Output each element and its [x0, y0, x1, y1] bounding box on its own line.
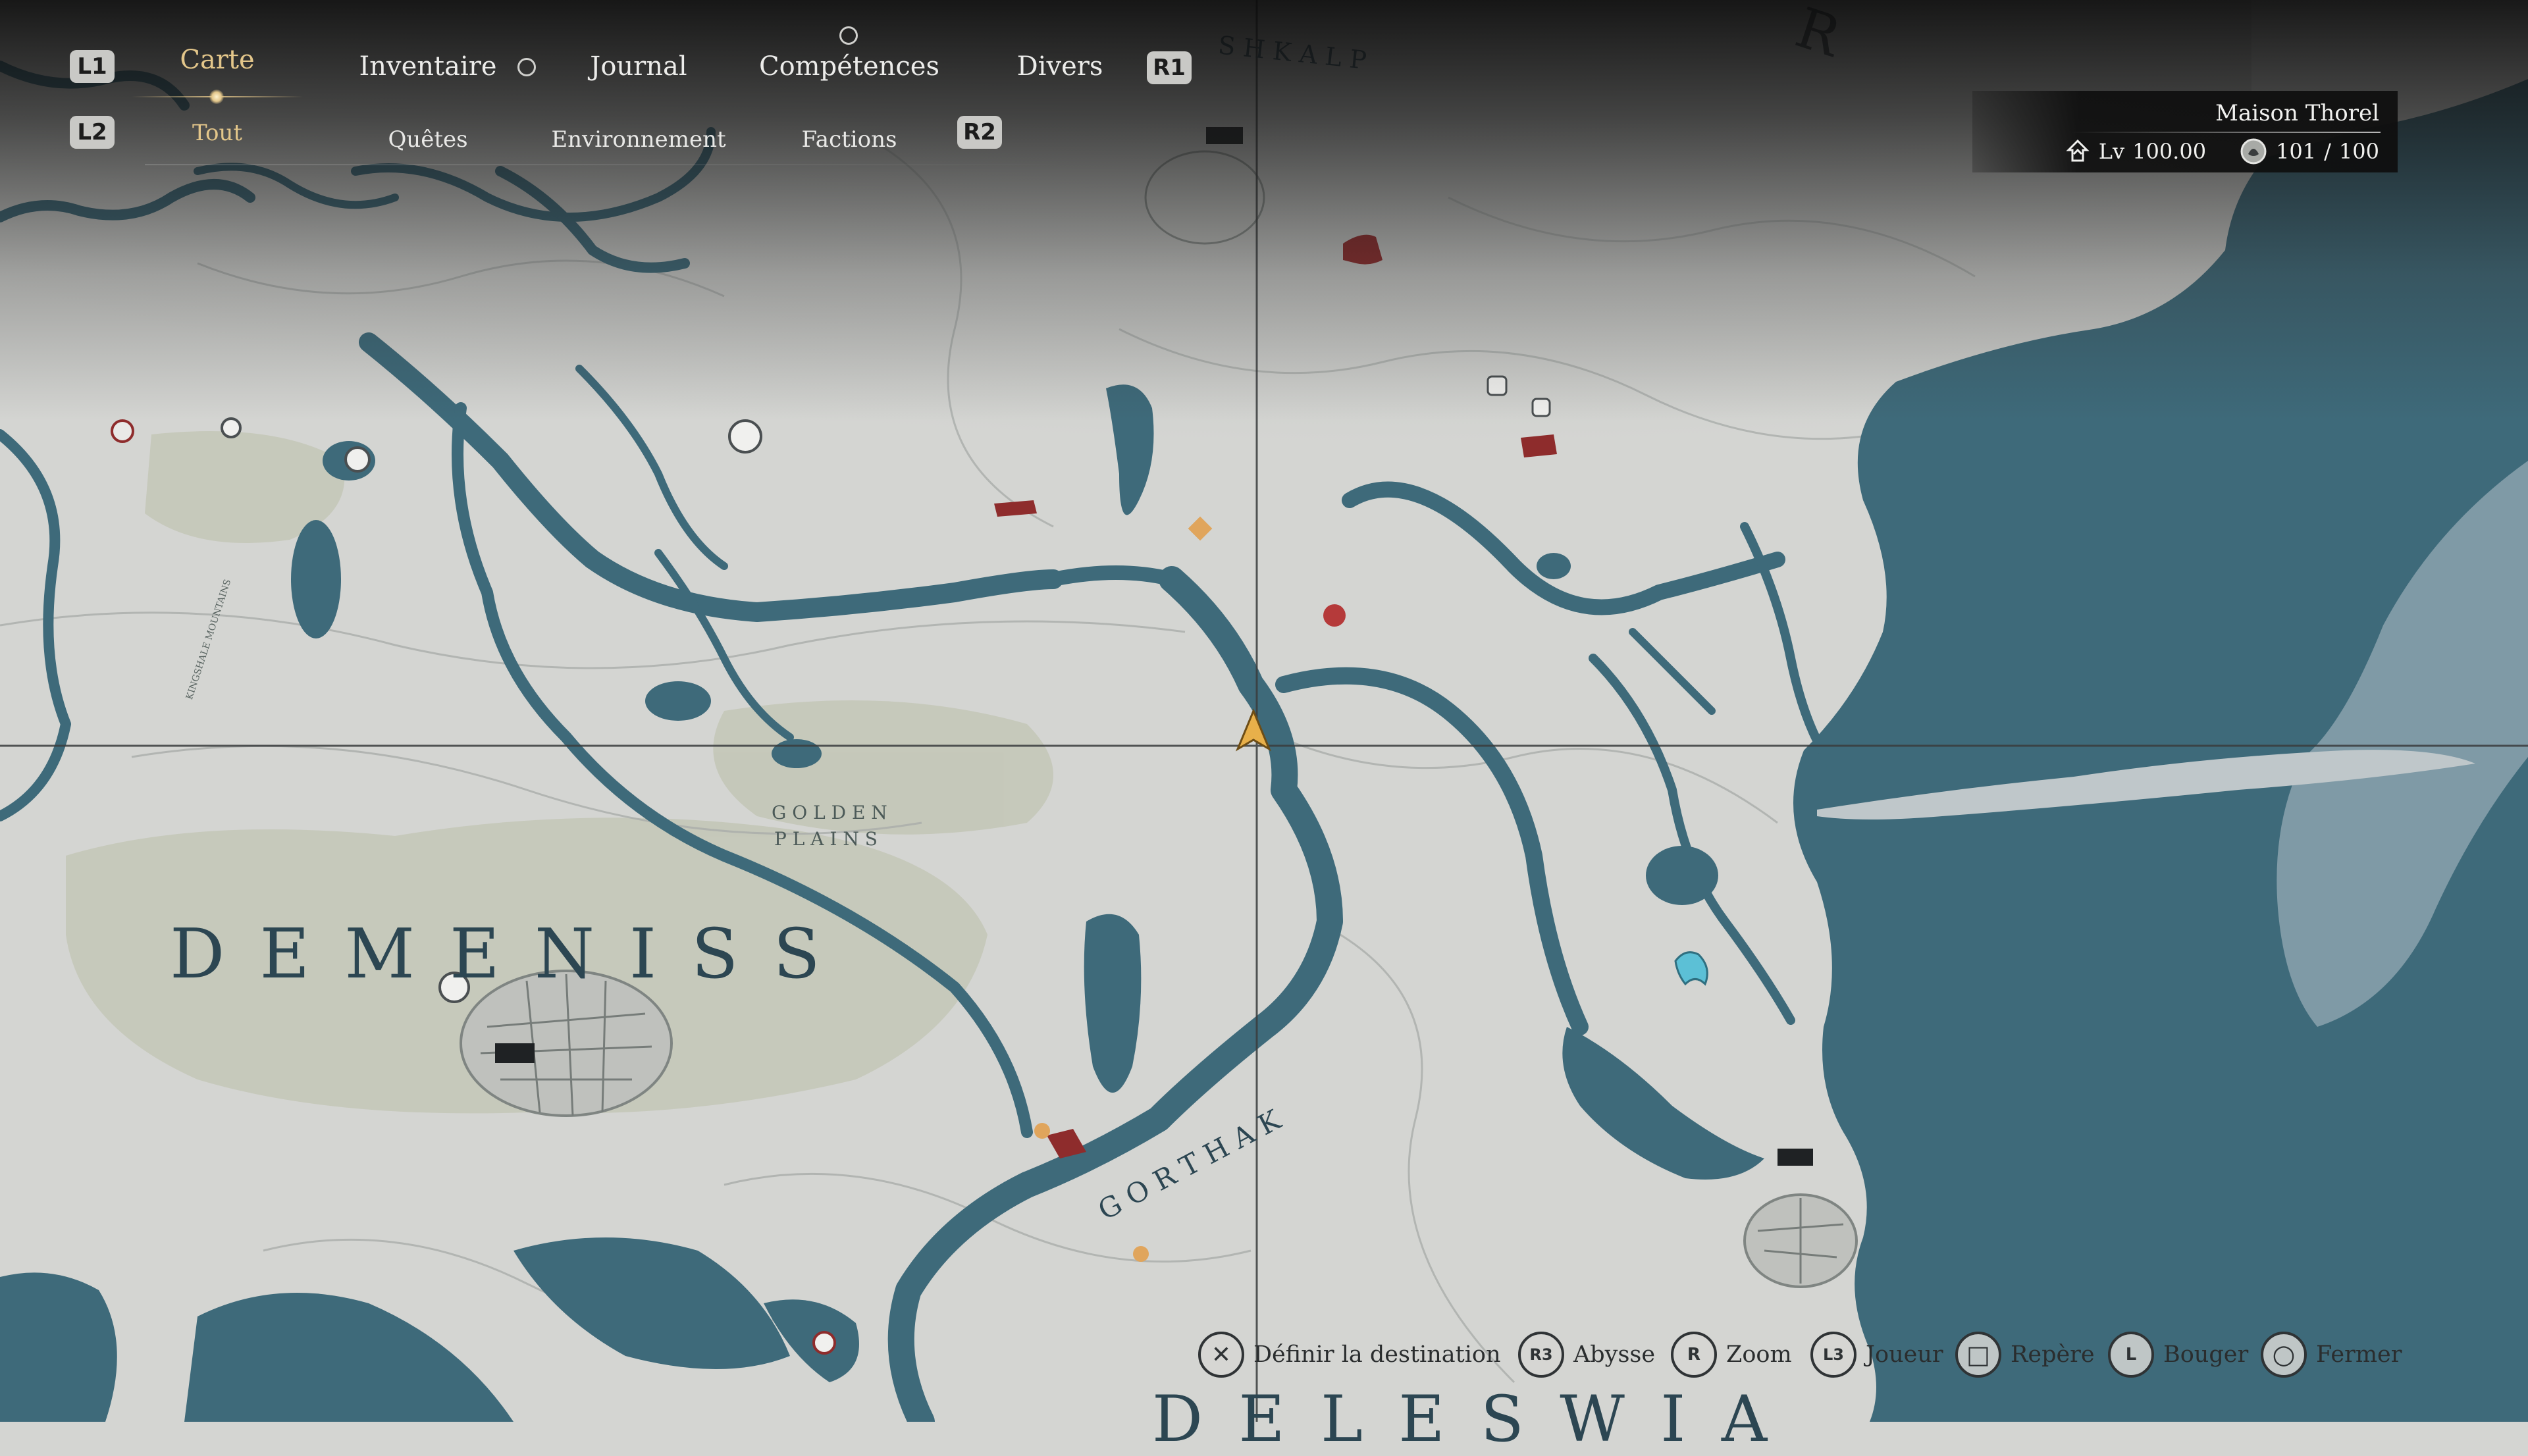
control-set-destination[interactable]: ✕ Définir la destination	[1198, 1330, 1501, 1380]
control-label: Fermer	[2316, 1341, 2402, 1368]
control-label: Repère	[2011, 1341, 2095, 1368]
town-name-plate	[1778, 1149, 1813, 1166]
tab-competences[interactable]: Compétences	[759, 51, 939, 82]
subtab-factions[interactable]: Factions	[802, 126, 897, 153]
r3-button-icon: R3	[1518, 1332, 1564, 1378]
square-button-icon: □	[1955, 1332, 2001, 1378]
shrine-icon[interactable]	[111, 419, 134, 443]
subtab-environnement[interactable]: Environnement	[551, 126, 725, 153]
world-map[interactable]	[0, 0, 2528, 1422]
l1-button[interactable]: L1	[70, 50, 115, 83]
control-zoom[interactable]: R Zoom	[1671, 1330, 1792, 1380]
tab-inventaire[interactable]: Inventaire	[359, 51, 496, 82]
quest-marker-icon[interactable]	[1323, 604, 1346, 627]
player-name: Maison Thorel	[2215, 100, 2379, 126]
tab-carte[interactable]: Carte	[180, 45, 254, 75]
faction-settlement-icon[interactable]	[1521, 434, 1557, 457]
contribution-icon	[2240, 138, 2267, 165]
control-bouger[interactable]: L Bouger	[2108, 1330, 2248, 1380]
notification-icon	[517, 58, 536, 76]
region-label-golden-plains-2: P L A I N S	[774, 828, 878, 850]
level-value: 100.00	[2132, 139, 2207, 164]
shrine-icon[interactable]	[221, 417, 242, 438]
quest-marker-icon[interactable]	[1034, 1123, 1050, 1139]
control-joueur[interactable]: L3 Joueur	[1810, 1330, 1943, 1380]
left-stick-icon: L	[2108, 1332, 2154, 1378]
player-divider	[2071, 132, 2381, 133]
region-label-demeniss: D E M E N I S S	[170, 914, 827, 994]
region-label-golden-plains-1: G O L D E N	[772, 802, 887, 823]
control-repere[interactable]: □ Repère	[1955, 1330, 2095, 1380]
level-icon	[2066, 139, 2090, 162]
shrine-icon[interactable]	[344, 446, 371, 473]
shrine-icon[interactable]	[812, 1331, 836, 1355]
contribution-current: 101	[2276, 139, 2317, 164]
subtab-tout[interactable]: Tout	[192, 120, 242, 146]
l2-button[interactable]: L2	[70, 116, 115, 149]
active-tab-indicator-icon	[209, 90, 224, 104]
control-label: Abysse	[1573, 1341, 1656, 1368]
control-label: Définir la destination	[1253, 1341, 1501, 1368]
shrine-icon[interactable]	[1531, 398, 1551, 417]
tab-journal[interactable]: Journal	[590, 51, 687, 82]
control-label: Zoom	[1726, 1341, 1792, 1368]
quest-marker-icon[interactable]	[1133, 1246, 1149, 1262]
contribution-max: 100	[2338, 139, 2379, 164]
town-east-port	[1743, 1193, 1858, 1288]
l3-button-icon: L3	[1810, 1332, 1856, 1378]
town-north	[1144, 150, 1265, 245]
town-name-plate	[1206, 127, 1243, 144]
cross-button-icon: ✕	[1198, 1332, 1244, 1378]
control-label: Bouger	[2163, 1341, 2249, 1368]
contribution-separator: /	[2324, 139, 2331, 164]
right-stick-icon: R	[1671, 1332, 1717, 1378]
town-name-plate	[495, 1043, 535, 1063]
shrine-icon[interactable]	[1487, 375, 1508, 396]
notification-icon	[839, 26, 858, 45]
r2-button[interactable]: R2	[957, 116, 1002, 149]
control-abysse[interactable]: R3 Abysse	[1518, 1330, 1655, 1380]
player-info-panel: Maison Thorel Lv 100.00 101 / 100	[1972, 91, 2398, 172]
control-fermer[interactable]: ○ Fermer	[2261, 1330, 2402, 1380]
level-label: Lv	[2098, 139, 2125, 164]
shrine-icon[interactable]	[728, 419, 762, 454]
r1-button[interactable]: R1	[1147, 51, 1192, 84]
circle-button-icon: ○	[2261, 1332, 2307, 1378]
tab-divers[interactable]: Divers	[1017, 51, 1103, 82]
control-label: Joueur	[1866, 1341, 1943, 1368]
subtab-quetes[interactable]: Quêtes	[388, 126, 467, 153]
region-label-bottom: D E L E S W I A	[1152, 1382, 1776, 1456]
